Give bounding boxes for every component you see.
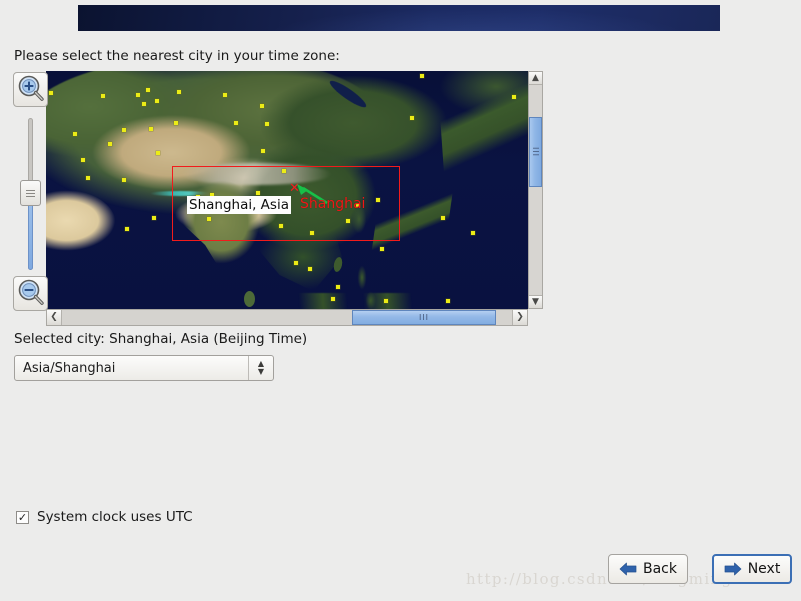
landmass-sri-lanka [244, 291, 255, 307]
zoom-out-button[interactable] [13, 276, 48, 311]
city-dot[interactable] [146, 88, 150, 92]
city-dot[interactable] [384, 299, 388, 303]
back-button[interactable]: Back [608, 554, 688, 584]
map-vertical-scrollbar[interactable]: ▲ III ▼ [528, 71, 543, 309]
city-dot[interactable] [471, 231, 475, 235]
city-dot[interactable] [177, 90, 181, 94]
grip-icon: III [531, 146, 541, 158]
landmass-kamchatka [436, 71, 528, 197]
next-button-label: Next [747, 561, 781, 577]
city-dot[interactable] [81, 158, 85, 162]
city-dot[interactable] [223, 93, 227, 97]
utc-checkbox-row[interactable]: ✓ System clock uses UTC [16, 509, 193, 525]
chevron-right-icon: ❯ [516, 312, 524, 322]
city-dot[interactable] [261, 149, 265, 153]
chevron-left-icon: ❮ [50, 312, 58, 322]
timezone-select-value: Asia/Shanghai [23, 360, 116, 376]
timezone-selection-screen: Please select the nearest city in your t… [0, 0, 801, 601]
chevron-down-icon: ▼ [257, 367, 265, 376]
installer-banner [78, 5, 720, 31]
scroll-left-button[interactable]: ❮ [47, 310, 62, 325]
map-horizontal-scrollbar[interactable]: ❮ III ❯ [46, 309, 528, 326]
city-tooltip: Shanghai, Asia [187, 196, 291, 214]
arrow-right-icon [724, 562, 742, 576]
chevron-down-icon: ▼ [532, 296, 539, 307]
scroll-right-button[interactable]: ❯ [512, 310, 527, 325]
chevron-updown-icon[interactable]: ▲ ▼ [248, 356, 273, 380]
magnifier-plus-icon [18, 75, 44, 101]
chevron-up-icon: ▲ [532, 72, 539, 83]
utc-checkbox-label: System clock uses UTC [37, 509, 193, 525]
scroll-down-button[interactable]: ▼ [529, 295, 542, 308]
city-dot[interactable] [122, 178, 126, 182]
city-dot[interactable] [410, 116, 414, 120]
timezone-map[interactable]: ✕ Shanghai, Asia Shanghai [46, 71, 528, 309]
city-dot[interactable] [265, 122, 269, 126]
city-dot[interactable] [308, 267, 312, 271]
city-dot[interactable] [174, 121, 178, 125]
city-dot[interactable] [86, 176, 90, 180]
city-dot[interactable] [294, 261, 298, 265]
city-name-label: Shanghai [300, 196, 366, 212]
city-dot[interactable] [331, 297, 335, 301]
city-dot[interactable] [142, 102, 146, 106]
check-icon: ✓ [17, 510, 28, 524]
zoom-slider-handle[interactable] [20, 180, 41, 206]
city-dot[interactable] [155, 99, 159, 103]
city-dot[interactable] [234, 121, 238, 125]
timezone-select[interactable]: Asia/Shanghai ▲ ▼ [14, 355, 274, 381]
next-button[interactable]: Next [712, 554, 792, 584]
city-dot[interactable] [49, 91, 53, 95]
grip-icon: III [418, 312, 430, 322]
city-dot[interactable] [149, 127, 153, 131]
city-dot[interactable] [512, 95, 516, 99]
city-dot[interactable] [136, 93, 140, 97]
zoom-slider-fill [28, 196, 33, 270]
city-dot[interactable] [380, 247, 384, 251]
vscrollbar-thumb[interactable]: III [529, 117, 542, 187]
city-dot[interactable] [125, 227, 129, 231]
back-button-label: Back [643, 561, 677, 577]
landmass-indonesia [296, 293, 496, 309]
city-dot[interactable] [260, 104, 264, 108]
city-dot[interactable] [101, 94, 105, 98]
city-dot[interactable] [446, 299, 450, 303]
grip-icon [26, 188, 35, 199]
scroll-up-button[interactable]: ▲ [529, 72, 542, 85]
city-dot[interactable] [336, 285, 340, 289]
city-dot[interactable] [108, 142, 112, 146]
arrow-left-icon [619, 562, 637, 576]
magnifier-minus-icon [18, 279, 44, 305]
city-dot[interactable] [152, 216, 156, 220]
selected-city-text: Selected city: Shanghai, Asia (Beijing T… [14, 331, 308, 347]
city-dot[interactable] [73, 132, 77, 136]
zoom-in-button[interactable] [13, 72, 48, 107]
city-dot[interactable] [156, 151, 160, 155]
city-dot[interactable] [122, 128, 126, 132]
map-canvas[interactable]: ✕ Shanghai, Asia Shanghai [46, 71, 528, 309]
page-title: Please select the nearest city in your t… [14, 48, 340, 64]
city-dot[interactable] [441, 216, 445, 220]
city-dot[interactable] [420, 74, 424, 78]
hscrollbar-thumb[interactable]: III [352, 310, 496, 325]
utc-checkbox[interactable]: ✓ [16, 510, 29, 524]
